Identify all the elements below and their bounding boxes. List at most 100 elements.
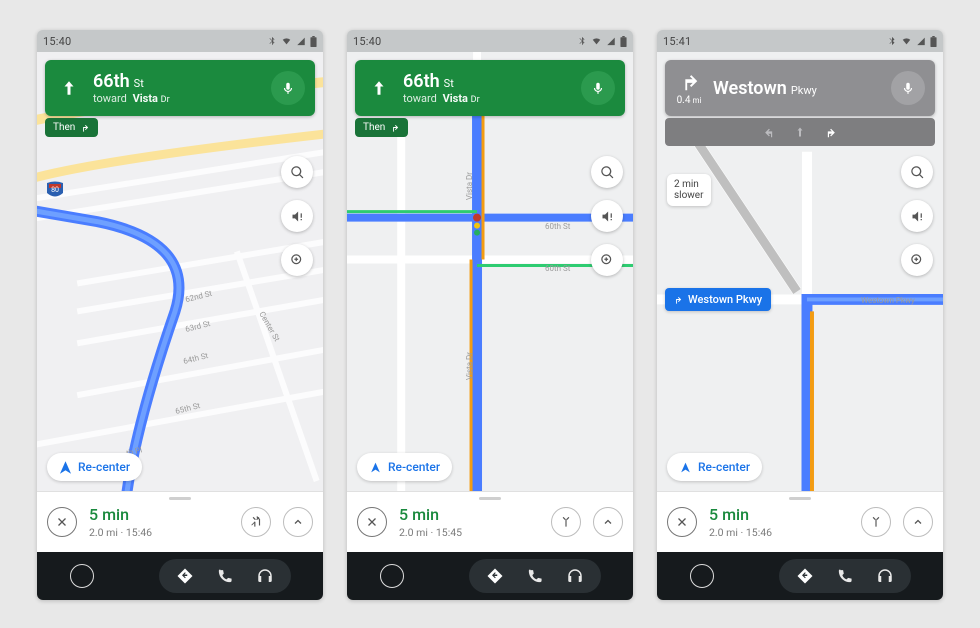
toward-value: Vista <box>133 92 158 105</box>
then-chip[interactable]: Then <box>355 118 408 137</box>
nav-turn-button[interactable] <box>795 566 815 586</box>
mute-button[interactable] <box>281 200 313 232</box>
search-icon <box>290 165 305 180</box>
trip-card[interactable]: 5 min 2.0 mi · 15:46 <box>657 491 943 552</box>
close-button[interactable] <box>667 507 697 537</box>
mic-button[interactable] <box>891 71 925 105</box>
map-area[interactable]: 215 80 62nd St 63rd St Center St 64th St… <box>37 52 323 491</box>
status-bar: 15:41 <box>657 30 943 52</box>
phone-button[interactable] <box>215 566 235 586</box>
report-button[interactable] <box>281 244 313 276</box>
close-icon <box>56 516 68 528</box>
home-button[interactable] <box>70 564 94 588</box>
street-suffix: Pkwy <box>791 84 817 97</box>
recenter-button[interactable]: Re-center <box>357 453 452 481</box>
trip-card[interactable]: 5 min 2.0 mi · 15:45 <box>347 491 633 552</box>
clock: 15:40 <box>43 35 71 48</box>
report-icon <box>600 253 615 268</box>
expand-button[interactable] <box>903 507 933 537</box>
lane-left-dim-icon <box>764 124 778 140</box>
trip-detail: 2.0 mi · 15:46 <box>709 526 849 539</box>
lane-guidance <box>665 118 935 146</box>
street-main: Westown <box>713 78 787 99</box>
drag-handle[interactable] <box>169 497 191 500</box>
mute-button[interactable] <box>901 200 933 232</box>
nav-turn-button[interactable] <box>485 566 505 586</box>
report-button[interactable] <box>901 244 933 276</box>
report-icon <box>910 253 925 268</box>
bluetooth-icon <box>887 36 897 46</box>
map-area[interactable]: Vista Dr 60th St 60th St Vista Dr 66th S… <box>347 52 633 491</box>
report-icon <box>290 253 305 268</box>
toward-label: toward <box>93 92 127 105</box>
then-chip[interactable]: Then <box>45 118 98 137</box>
eta-time: 5 min <box>89 505 229 524</box>
routes-button[interactable] <box>861 507 891 537</box>
phone-screen-2: 15:40 <box>347 30 633 600</box>
route-callout[interactable]: Westown Pkwy <box>665 288 771 311</box>
close-button[interactable] <box>357 507 387 537</box>
battery-icon <box>930 36 937 47</box>
slower-bubble[interactable]: 2 min slower <box>667 174 711 206</box>
close-button[interactable] <box>47 507 77 537</box>
report-button[interactable] <box>591 244 623 276</box>
bluetooth-icon <box>577 36 587 46</box>
home-button[interactable] <box>380 564 404 588</box>
headphones-button[interactable] <box>255 566 275 586</box>
android-navbar <box>347 552 633 600</box>
then-label: Then <box>363 122 385 133</box>
recenter-label: Re-center <box>698 460 750 474</box>
nav-banner[interactable]: 66th St toward Vista Dr <box>355 60 625 116</box>
lane-straight-dim-icon <box>794 124 806 140</box>
expand-button[interactable] <box>593 507 623 537</box>
street-label: Vista Dr <box>465 172 474 200</box>
recenter-button[interactable]: Re-center <box>667 453 762 481</box>
nav-banner[interactable]: 66th St toward Vista Dr <box>45 60 315 116</box>
search-button[interactable] <box>901 156 933 188</box>
mic-button[interactable] <box>271 71 305 105</box>
navigation-icon <box>679 461 692 474</box>
map-area[interactable]: Westown Pkwy 0.4 mi Westown Pkwy <box>657 52 943 491</box>
trip-card[interactable]: 5 min 2.0 mi · 15:46 <box>37 491 323 552</box>
eta-time: 5 min <box>709 505 849 524</box>
routes-button[interactable] <box>241 507 271 537</box>
search-button[interactable] <box>591 156 623 188</box>
clock: 15:41 <box>663 35 691 48</box>
phone-button[interactable] <box>525 566 545 586</box>
street-label: Vista Dr <box>465 352 474 380</box>
drag-handle[interactable] <box>789 497 811 500</box>
nav-banner[interactable]: 0.4 mi Westown Pkwy <box>665 60 935 116</box>
turn-right-icon <box>672 294 683 305</box>
lane-right-bright-icon <box>822 124 836 140</box>
recenter-button[interactable]: Re-center <box>47 453 142 481</box>
street-label: 60th St <box>545 264 570 273</box>
phone-screen-1: 15:40 <box>37 30 323 600</box>
navigation-icon <box>59 461 72 474</box>
signal-icon <box>296 36 306 46</box>
recenter-label: Re-center <box>388 460 440 474</box>
headphones-button[interactable] <box>565 566 585 586</box>
expand-button[interactable] <box>283 507 313 537</box>
home-button[interactable] <box>690 564 714 588</box>
alt-route-icon <box>869 515 883 529</box>
search-icon <box>910 165 925 180</box>
chevron-up-icon <box>602 516 614 528</box>
distance-unit: mi <box>692 96 701 105</box>
routes-button[interactable] <box>551 507 581 537</box>
street-main: 66th <box>403 71 440 92</box>
status-bar: 15:40 <box>347 30 633 52</box>
mic-button[interactable] <box>581 71 615 105</box>
headphones-button[interactable] <box>875 566 895 586</box>
trip-detail: 2.0 mi · 15:45 <box>399 526 539 539</box>
toward-value: Vista <box>443 92 468 105</box>
signal-icon <box>606 36 616 46</box>
search-button[interactable] <box>281 156 313 188</box>
mute-button[interactable] <box>591 200 623 232</box>
bluetooth-icon <box>267 36 277 46</box>
signal-icon <box>916 36 926 46</box>
toward-suffix: Dr <box>471 95 480 105</box>
volume-alert-icon <box>910 209 925 224</box>
drag-handle[interactable] <box>479 497 501 500</box>
phone-button[interactable] <box>835 566 855 586</box>
nav-turn-button[interactable] <box>175 566 195 586</box>
